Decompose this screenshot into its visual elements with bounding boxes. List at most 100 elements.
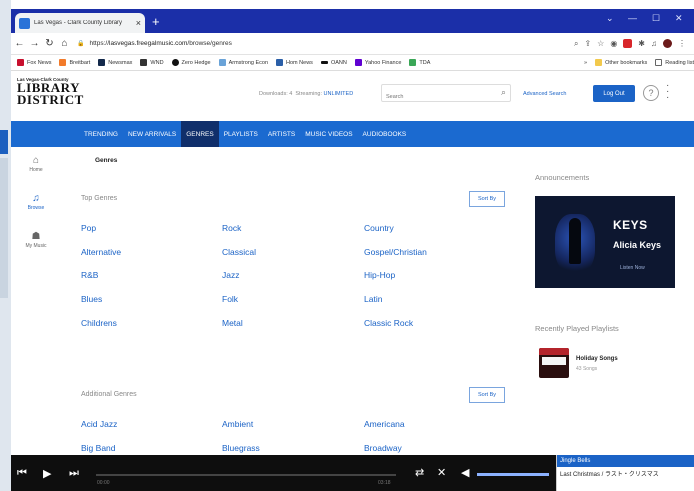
genre-link[interactable]: Ambient <box>222 419 253 429</box>
bookmark-item[interactable]: Hom News <box>276 59 313 66</box>
genre-link[interactable]: Pop <box>81 223 96 233</box>
tab-search-chevron-icon[interactable]: ⌄ <box>606 13 614 24</box>
next-track-icon[interactable]: ⏭ <box>69 467 79 480</box>
bookmark-item[interactable]: Yahoo Finance <box>354 59 401 66</box>
previous-track-icon[interactable]: ⏮ <box>17 467 27 480</box>
play-icon[interactable]: ▶ <box>43 467 51 480</box>
nav-artists[interactable]: ARTISTS <box>263 121 300 147</box>
volume-slider[interactable] <box>477 473 549 476</box>
desktop-left-edge <box>0 0 11 491</box>
thumbnail-stripe <box>539 348 569 355</box>
help-icon[interactable]: ? <box>643 85 659 101</box>
bookmark-item[interactable]: TDA <box>409 59 430 66</box>
playlist-thumbnail[interactable] <box>539 348 569 378</box>
menu-kebab-icon[interactable]: ⋮ <box>678 39 686 48</box>
bookmark-item[interactable]: Newsmax <box>98 59 132 66</box>
logout-button[interactable]: Log Out <box>593 85 635 102</box>
bookmark-item[interactable]: OANN <box>320 60 347 66</box>
reading-list[interactable]: Reading list <box>655 59 694 66</box>
genre-link[interactable]: Alternative <box>81 247 121 257</box>
genre-link[interactable]: Americana <box>364 419 405 429</box>
progress-bar[interactable] <box>96 474 396 476</box>
forward-arrow-icon[interactable]: → <box>28 38 41 49</box>
playlist-name[interactable]: Holiday Songs <box>576 356 618 362</box>
bookmarks-overflow-icon[interactable]: » <box>584 60 587 66</box>
screen: Las Vegas - Clark County Library × + ⌄ —… <box>0 0 694 491</box>
nav-music-videos[interactable]: MUSIC VIDEOS <box>300 121 357 147</box>
bookmark-item[interactable]: Fox News <box>17 59 51 66</box>
nav-audiobooks[interactable]: AUDIOBOOKS <box>358 121 412 147</box>
shuffle-icon[interactable]: ✕ <box>437 466 446 479</box>
maximize-icon[interactable]: ☐ <box>652 13 660 24</box>
genre-link[interactable]: Broadway <box>364 443 402 453</box>
banner-cta[interactable]: Listen Now <box>620 265 645 271</box>
search-icon[interactable]: ⌕ <box>501 87 506 98</box>
bookmark-item[interactable]: Armstrong Econ <box>218 59 268 66</box>
genre-link[interactable]: Folk <box>222 294 238 304</box>
site-header: Las Vegas-Clark County LIBRARY DISTRICT … <box>11 71 694 121</box>
extension-ad-icon[interactable]: ◉ <box>610 39 617 48</box>
play-queue: Jingle Bells Last Christmas / ラスト・クリスマス <box>556 455 694 491</box>
genre-link[interactable]: Jazz <box>222 270 239 280</box>
advanced-search-link[interactable]: Advanced Search <box>523 91 566 97</box>
bookmark-item[interactable]: Zero Hedge <box>171 59 211 66</box>
library-logo[interactable]: Las Vegas-Clark County LIBRARY DISTRICT <box>17 77 83 106</box>
genre-link[interactable]: R&B <box>81 270 98 280</box>
genre-link[interactable]: Latin <box>364 294 382 304</box>
bookmark-item[interactable]: WND <box>140 59 164 66</box>
genre-link[interactable]: Gospel/Christian <box>364 247 427 257</box>
rail-home[interactable]: ⌂ Home <box>11 155 61 173</box>
extension-red-icon[interactable] <box>623 39 633 48</box>
genre-link[interactable]: Acid Jazz <box>81 419 117 429</box>
genre-link[interactable]: Hip-Hop <box>364 270 395 280</box>
genre-link[interactable]: Bluegrass <box>222 443 260 453</box>
queue-item[interactable]: Last Christmas / ラスト・クリスマス <box>557 467 694 479</box>
sort-by-button[interactable]: Sort By <box>469 191 505 207</box>
star-icon[interactable]: ☆ <box>597 39 604 48</box>
nav-trending[interactable]: TRENDING <box>79 121 123 147</box>
media-icon[interactable]: ♫ <box>651 39 657 48</box>
minimize-icon[interactable]: — <box>628 13 637 23</box>
genre-link[interactable]: Childrens <box>81 318 117 328</box>
genre-link[interactable]: Country <box>364 223 394 233</box>
zoom-icon[interactable]: ⌕ <box>574 39 578 49</box>
close-tab-icon[interactable]: × <box>136 18 141 28</box>
repeat-icon[interactable]: ⇄ <box>415 466 424 479</box>
rail-my-music[interactable]: ☗ My Music <box>11 231 61 249</box>
announcements-title: Announcements <box>535 173 590 182</box>
playlist-song-count: 43 Songs <box>576 366 598 372</box>
more-vertical-icon[interactable]: · · · <box>666 81 669 103</box>
other-bookmarks[interactable]: Other bookmarks <box>595 59 647 66</box>
genre-link[interactable]: Classical <box>222 247 256 257</box>
nav-genres[interactable]: GENRES <box>181 121 219 147</box>
music-player: ⏮ ▶ ⏭ 00:00 03:18 ⇄ ✕ ◀ Jingle Bells Las… <box>11 455 694 491</box>
queue-item[interactable]: Jingle Bells <box>557 455 694 467</box>
close-window-icon[interactable]: ✕ <box>675 13 683 24</box>
genre-link[interactable]: Big Band <box>81 443 116 453</box>
total-time: 03:18 <box>378 480 391 486</box>
search-box[interactable]: ⌕ <box>381 84 511 105</box>
share-icon[interactable]: ⇪ <box>584 39 591 48</box>
search-input[interactable] <box>382 89 492 105</box>
rail-browse[interactable]: ♫ Browse <box>11 193 61 211</box>
bookmark-item[interactable]: Breitbart <box>59 59 90 66</box>
url-prefix: https:// <box>89 40 109 47</box>
browser-tab[interactable]: Las Vegas - Clark County Library × <box>15 13 145 33</box>
new-tab-icon[interactable]: + <box>152 14 160 29</box>
address-bar[interactable]: 🔒 https://lasvegas.freegalmusic.com/brow… <box>77 40 574 47</box>
genre-link[interactable]: Rock <box>222 223 241 233</box>
announcement-banner[interactable]: KEYS Alicia Keys Listen Now <box>535 196 675 288</box>
extensions-puzzle-icon[interactable]: ✱ <box>638 39 645 48</box>
tab-title: Las Vegas - Clark County Library <box>34 20 123 26</box>
home-icon[interactable]: ⌂ <box>58 38 71 49</box>
back-arrow-icon[interactable]: ← <box>13 38 26 49</box>
reload-icon[interactable]: ↻ <box>43 38 56 49</box>
genre-link[interactable]: Blues <box>81 294 102 304</box>
profile-avatar[interactable] <box>663 39 672 48</box>
genre-link[interactable]: Classic Rock <box>364 318 413 328</box>
genre-link[interactable]: Metal <box>222 318 243 328</box>
sort-by-button[interactable]: Sort By <box>469 387 505 403</box>
nav-playlists[interactable]: PLAYLISTS <box>219 121 263 147</box>
nav-new-arrivals[interactable]: NEW ARRIVALS <box>123 121 181 147</box>
volume-icon[interactable]: ◀ <box>461 466 469 479</box>
